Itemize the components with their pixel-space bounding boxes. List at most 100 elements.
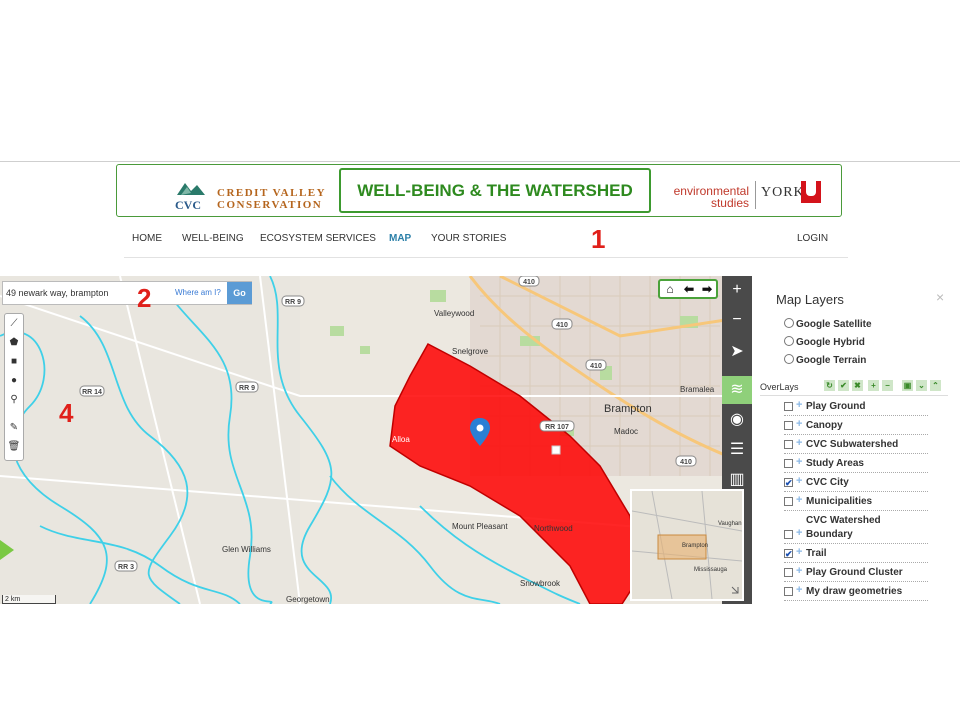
road-shield: RR 14 xyxy=(82,389,102,396)
refresh-icon[interactable]: ↻ xyxy=(824,380,835,391)
overlay-checkbox[interactable] xyxy=(784,440,793,449)
overlay-checkbox[interactable] xyxy=(784,530,793,539)
overlay-canopy[interactable]: + Canopy xyxy=(784,417,928,435)
expand-plus-icon[interactable]: + xyxy=(796,494,802,506)
expand-plus-icon[interactable]: + xyxy=(796,565,802,577)
radio-icon[interactable] xyxy=(784,318,794,328)
place-label: Northwood xyxy=(534,524,573,533)
road-shield: 410 xyxy=(590,363,602,370)
where-am-i-link[interactable]: Where am I? xyxy=(175,288,221,297)
overlay-checkbox-checked[interactable]: ✔ xyxy=(784,478,793,488)
location-pin-icon[interactable] xyxy=(470,418,490,448)
delete-layers-icon[interactable]: 🗑 xyxy=(6,439,22,455)
title-box: WELL-BEING & THE WATERSHED xyxy=(339,168,651,213)
expand-plus-icon[interactable]: + xyxy=(796,584,802,596)
panel-title: Map Layers xyxy=(776,292,844,307)
overlay-checkbox[interactable] xyxy=(784,421,793,430)
overlay-my-draw-geometries[interactable]: + My draw geometries xyxy=(784,583,928,601)
cvc-name: CREDIT VALLEY CONSERVATION xyxy=(217,187,326,211)
expand-plus-icon[interactable]: + xyxy=(796,418,802,430)
draw-circle-icon[interactable]: ● xyxy=(6,373,22,389)
road-shield: 410 xyxy=(523,279,535,286)
expand-plus-icon[interactable]: + xyxy=(796,527,802,539)
overlay-checkbox[interactable] xyxy=(784,568,793,577)
place-label: Alloa xyxy=(392,435,410,444)
overlay-checkbox[interactable] xyxy=(784,402,793,411)
place-label: Snelgrove xyxy=(452,347,489,356)
collapse-up-icon[interactable]: ⌃ xyxy=(930,380,941,391)
home-icon[interactable]: ⌂ xyxy=(661,281,679,297)
nav-login[interactable]: LOGIN xyxy=(797,233,828,244)
cvc-name-line2: CONSERVATION xyxy=(217,199,323,211)
radio-icon[interactable] xyxy=(784,354,794,364)
overlay-cvc-subwatershed[interactable]: + CVC Subwatershed xyxy=(784,436,928,454)
overlay-checkbox[interactable] xyxy=(784,459,793,468)
check-all-icon[interactable]: ✔ xyxy=(838,380,849,391)
overlay-play-ground[interactable]: + Play Ground xyxy=(784,398,928,416)
overlay-municipalities[interactable]: + Municipalities xyxy=(784,493,928,511)
nav-your-stories[interactable]: YOUR STORIES xyxy=(431,233,506,244)
globe-icon[interactable]: ◉ xyxy=(722,406,752,434)
back-arrow-icon[interactable]: ⬅ xyxy=(680,281,698,297)
forward-arrow-icon[interactable]: ➡ xyxy=(698,281,716,297)
place-label: Brampton xyxy=(604,403,652,415)
overview-minimap[interactable]: Brampton Vaughan Mississauga xyxy=(630,489,744,601)
expand-panel-arrow-icon[interactable] xyxy=(0,540,14,560)
minimap-label: Vaughan xyxy=(718,521,742,527)
list-icon[interactable]: ☰ xyxy=(722,436,752,464)
save-icon[interactable]: ▣ xyxy=(902,380,913,391)
radio-icon[interactable] xyxy=(784,336,794,346)
place-label: Valleywood xyxy=(434,309,474,318)
place-label: Glen Williams xyxy=(222,545,271,554)
expand-plus-icon[interactable]: + xyxy=(796,546,802,558)
expand-plus-icon[interactable]: + xyxy=(796,437,802,449)
overlay-study-areas[interactable]: + Study Areas xyxy=(784,455,928,473)
expand-plus-icon[interactable]: + xyxy=(796,456,802,468)
zoom-in-icon[interactable]: + xyxy=(722,276,752,304)
road-shield: 410 xyxy=(680,459,692,466)
york-u-logo-icon xyxy=(801,181,821,203)
draw-polygon-icon[interactable]: ⬟ xyxy=(6,335,22,351)
expand-plus-icon[interactable]: + xyxy=(796,399,802,411)
nav-home[interactable]: HOME xyxy=(132,233,162,244)
overlay-trail[interactable]: ✔ + Trail xyxy=(784,545,928,563)
draw-line-icon[interactable]: ⟋ xyxy=(6,316,22,332)
overlay-label: CVC Watershed Boundary xyxy=(806,515,881,540)
add-layer-icon[interactable]: + xyxy=(868,380,879,391)
nav-map[interactable]: MAP xyxy=(389,233,411,244)
layers-icon[interactable]: ≋ xyxy=(722,376,752,404)
draw-rectangle-icon[interactable]: ■ xyxy=(6,354,22,370)
overlay-label: Municipalities xyxy=(806,496,873,507)
overlay-cvc-watershed-boundary[interactable]: + CVC Watershed Boundary xyxy=(784,512,928,544)
callout-4: 4 xyxy=(59,398,74,428)
remove-layer-icon[interactable]: − xyxy=(882,380,893,391)
close-icon[interactable]: × xyxy=(936,289,944,305)
uncheck-all-icon[interactable]: ✖ xyxy=(852,380,863,391)
nav-divider xyxy=(124,257,848,258)
locate-icon[interactable]: ➤ xyxy=(722,338,752,366)
overlay-play-ground-cluster[interactable]: + Play Ground Cluster xyxy=(784,564,928,582)
edit-layers-icon[interactable]: ✎ xyxy=(6,420,22,436)
base-layer-google-hybrid[interactable]: Google Hybrid xyxy=(784,336,865,352)
overlay-checkbox[interactable] xyxy=(784,497,793,506)
zoom-out-icon[interactable]: − xyxy=(722,306,752,334)
expand-plus-icon[interactable]: + xyxy=(796,475,802,487)
draw-marker-icon[interactable]: ⚲ xyxy=(6,392,22,408)
place-label: Georgetown xyxy=(286,595,330,604)
place-label: Bramalea xyxy=(680,385,715,394)
overlay-label: CVC Subwatershed xyxy=(806,439,899,450)
base-layer-google-satellite[interactable]: Google Satellite xyxy=(784,318,872,334)
overlay-checkbox-checked[interactable]: ✔ xyxy=(784,549,793,559)
overlay-label: Play Ground xyxy=(806,401,866,412)
overlay-checkbox[interactable] xyxy=(784,587,793,596)
nav-ecosystem-services[interactable]: ECOSYSTEM SERVICES xyxy=(260,233,376,244)
base-layer-label: Google Satellite xyxy=(796,319,872,330)
nav-well-being[interactable]: WELL-BEING xyxy=(182,233,244,244)
base-layer-google-terrain[interactable]: Google Terrain xyxy=(784,354,866,370)
go-button[interactable]: Go xyxy=(227,282,252,304)
collapse-down-icon[interactable]: ⌄ xyxy=(916,380,927,391)
minimap-label: Brampton xyxy=(682,543,708,549)
road-shield: 410 xyxy=(556,322,568,329)
cvc-name-line1: CREDIT VALLEY xyxy=(217,187,327,199)
overlay-cvc-city[interactable]: ✔ + CVC City xyxy=(784,474,928,492)
